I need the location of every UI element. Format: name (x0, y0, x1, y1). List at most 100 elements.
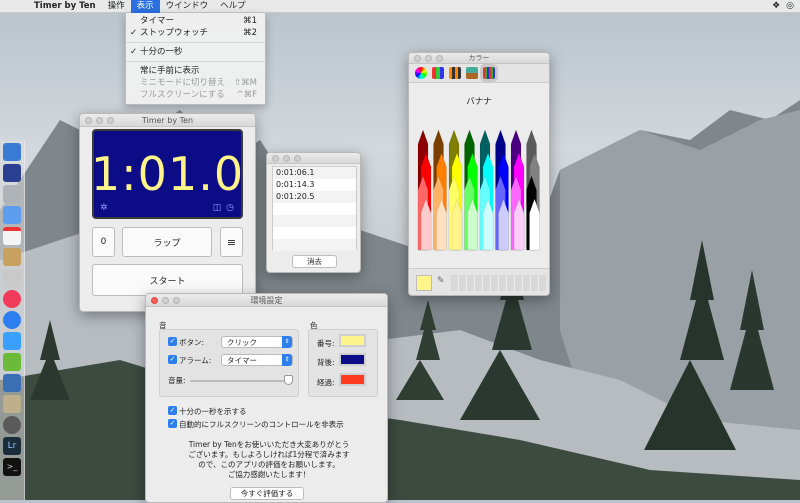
elapsed-color-well[interactable] (339, 373, 366, 386)
timer-readout: 1:01.0 (90, 147, 245, 201)
elapsed-color-label: 経過: (317, 378, 335, 387)
music-icon[interactable] (3, 290, 21, 308)
alarm-checkbox[interactable]: ✓ (168, 355, 177, 364)
show-tenths-checkbox[interactable]: ✓ (168, 406, 177, 415)
color-sliders-icon[interactable] (432, 67, 444, 79)
current-color-well[interactable] (416, 275, 432, 291)
camera-icon[interactable] (3, 416, 21, 434)
menu-help[interactable]: ヘルプ (214, 0, 252, 13)
color-palettes-icon[interactable] (449, 67, 461, 79)
saved-swatches[interactable] (451, 275, 546, 291)
safari-icon[interactable] (3, 206, 21, 224)
clear-button[interactable]: 消去 (292, 255, 337, 268)
preview-icon[interactable] (3, 395, 21, 413)
start-button[interactable]: スタート (92, 264, 243, 296)
zoom-button[interactable] (294, 155, 301, 162)
menu-separator (126, 61, 265, 62)
menu-icon[interactable]: ≡ (220, 227, 243, 257)
button-sound-select[interactable]: クリック ⇕ (221, 336, 293, 348)
list-item[interactable]: 0:01:20.5 (273, 191, 356, 203)
minimize-button[interactable] (425, 55, 432, 62)
list-item[interactable]: 0:01:14.3 (273, 179, 356, 191)
minimize-button[interactable] (283, 155, 290, 162)
select-value: クリック (227, 338, 257, 347)
dashboard-icon[interactable] (3, 164, 21, 182)
close-button[interactable] (272, 155, 279, 162)
menu-item-stopwatch[interactable]: ✓ ストップウォッチ ⌘2 (126, 27, 265, 39)
camera-icon[interactable]: ◫ ◷ (213, 203, 235, 213)
volume-slider-knob[interactable] (284, 375, 293, 385)
button-sound-checkbox[interactable]: ✓ (168, 337, 177, 346)
finder-icon[interactable] (3, 143, 21, 161)
empty-row (273, 203, 356, 215)
status-icons: ❖ ◎ (772, 1, 800, 11)
menu-item-label: タイマー (140, 16, 175, 26)
list-item[interactable]: 0:01:06.1 (273, 167, 356, 179)
menu-item-label: 十分の一秒 (140, 47, 183, 57)
image-palettes-icon[interactable] (466, 67, 478, 79)
launchpad-icon[interactable] (3, 185, 21, 203)
menu-operation[interactable]: 操作 (102, 0, 131, 13)
eyedropper-icon[interactable]: ✎ (437, 276, 445, 286)
menu-item-tenths[interactable]: ✓ 十分の一秒 (126, 46, 265, 58)
contacts-icon[interactable] (3, 269, 21, 287)
timer-titlebar: Timer by Ten (80, 114, 255, 127)
window-title: Timer by Ten (141, 116, 194, 125)
lap-count: 0 (92, 227, 115, 257)
menu-item-mini-mode: ミニモードに切り替え ⇧⌘M (126, 77, 265, 89)
xcode-icon[interactable] (3, 332, 21, 350)
crayon-box[interactable] (409, 125, 550, 265)
zoom-button[interactable] (436, 55, 443, 62)
keynote-icon[interactable] (3, 374, 21, 392)
window-controls (85, 117, 114, 124)
zoom-button[interactable] (107, 117, 114, 124)
prefs-titlebar: 環境設定 (146, 294, 387, 307)
thanks-message: Timer by Tenをお使いいただき大変ありがとう ございます。もしよろしけ… (164, 440, 374, 480)
notes-icon[interactable] (3, 248, 21, 266)
lightroom-icon[interactable]: Lr (3, 437, 21, 455)
timer-display[interactable]: 1:01.0 ✲ ◫ ◷ (90, 129, 245, 219)
numbers-icon[interactable] (3, 353, 21, 371)
menu-shortcut: ⇧⌘M (234, 78, 257, 88)
browser-icon[interactable] (3, 311, 21, 329)
crayons-icon[interactable] (480, 64, 498, 82)
zoom-button[interactable] (173, 297, 180, 304)
menu-window[interactable]: ウインドウ (160, 0, 215, 13)
alarm-label: アラーム: (179, 356, 212, 365)
background-color-well[interactable] (339, 353, 366, 366)
terminal-icon[interactable]: >_ (3, 458, 21, 476)
menu-shortcut: ^⌘F (236, 90, 257, 100)
close-button[interactable] (414, 55, 421, 62)
creative-cloud-icon[interactable]: ◎ (786, 1, 794, 11)
minimize-button[interactable] (96, 117, 103, 124)
alarm-select[interactable]: タイマー ⇕ (221, 354, 293, 366)
button-sound-label: ボタン: (179, 338, 205, 347)
gear-icon[interactable]: ✲ (100, 203, 109, 213)
rate-now-button[interactable]: 今すぐ評価する (230, 487, 304, 500)
sound-group: ✓ ボタン: クリック ⇕ ✓ アラーム: タイマー ⇕ 音量: (159, 329, 299, 397)
color-wheel-icon[interactable] (415, 67, 427, 79)
timer-window: Timer by Ten 1:01.0 ✲ ◫ ◷ 0 ラップ ≡ スタート (79, 113, 256, 312)
color-swatch-bar: ✎ (409, 268, 549, 295)
menu-shortcut: ⌘1 (243, 16, 257, 26)
dropbox-icon[interactable]: ❖ (772, 1, 780, 11)
view-menu-dropdown: タイマー ⌘1 ✓ ストップウォッチ ⌘2 ✓ 十分の一秒 常に手前に表示 ミニ… (125, 13, 266, 105)
menu-item-fullscreen: フルスクリーンにする ^⌘F (126, 89, 265, 101)
thanks-line: ございます。もしよろしければ1分程で済みます (188, 450, 350, 459)
menu-app-name[interactable]: Timer by Ten (28, 0, 102, 13)
minimize-button[interactable] (162, 297, 169, 304)
preferences-window: 環境設定 音 ✓ ボタン: クリック ⇕ ✓ アラーム: タイマー ⇕ 音量: … (145, 293, 388, 503)
lap-list: 0:01:06.1 0:01:14.3 0:01:20.5 (272, 166, 357, 251)
thanks-line: ご協力感謝いたします！ (227, 470, 311, 479)
menu-view[interactable]: 表示 (130, 0, 160, 13)
close-button[interactable] (151, 297, 158, 304)
digits-color-well[interactable] (339, 334, 366, 347)
hide-controls-checkbox[interactable]: ✓ (168, 419, 177, 428)
lap-button[interactable]: ラップ (122, 227, 212, 257)
menu-item-always-on-top[interactable]: 常に手前に表示 (126, 65, 265, 77)
hide-controls-label: 自動的にフルスクリーンのコントロールを非表示 (179, 420, 344, 429)
calendar-icon[interactable] (3, 227, 21, 245)
volume-slider-track[interactable] (190, 380, 288, 382)
close-button[interactable] (85, 117, 92, 124)
menu-item-timer[interactable]: タイマー ⌘1 (126, 15, 265, 27)
